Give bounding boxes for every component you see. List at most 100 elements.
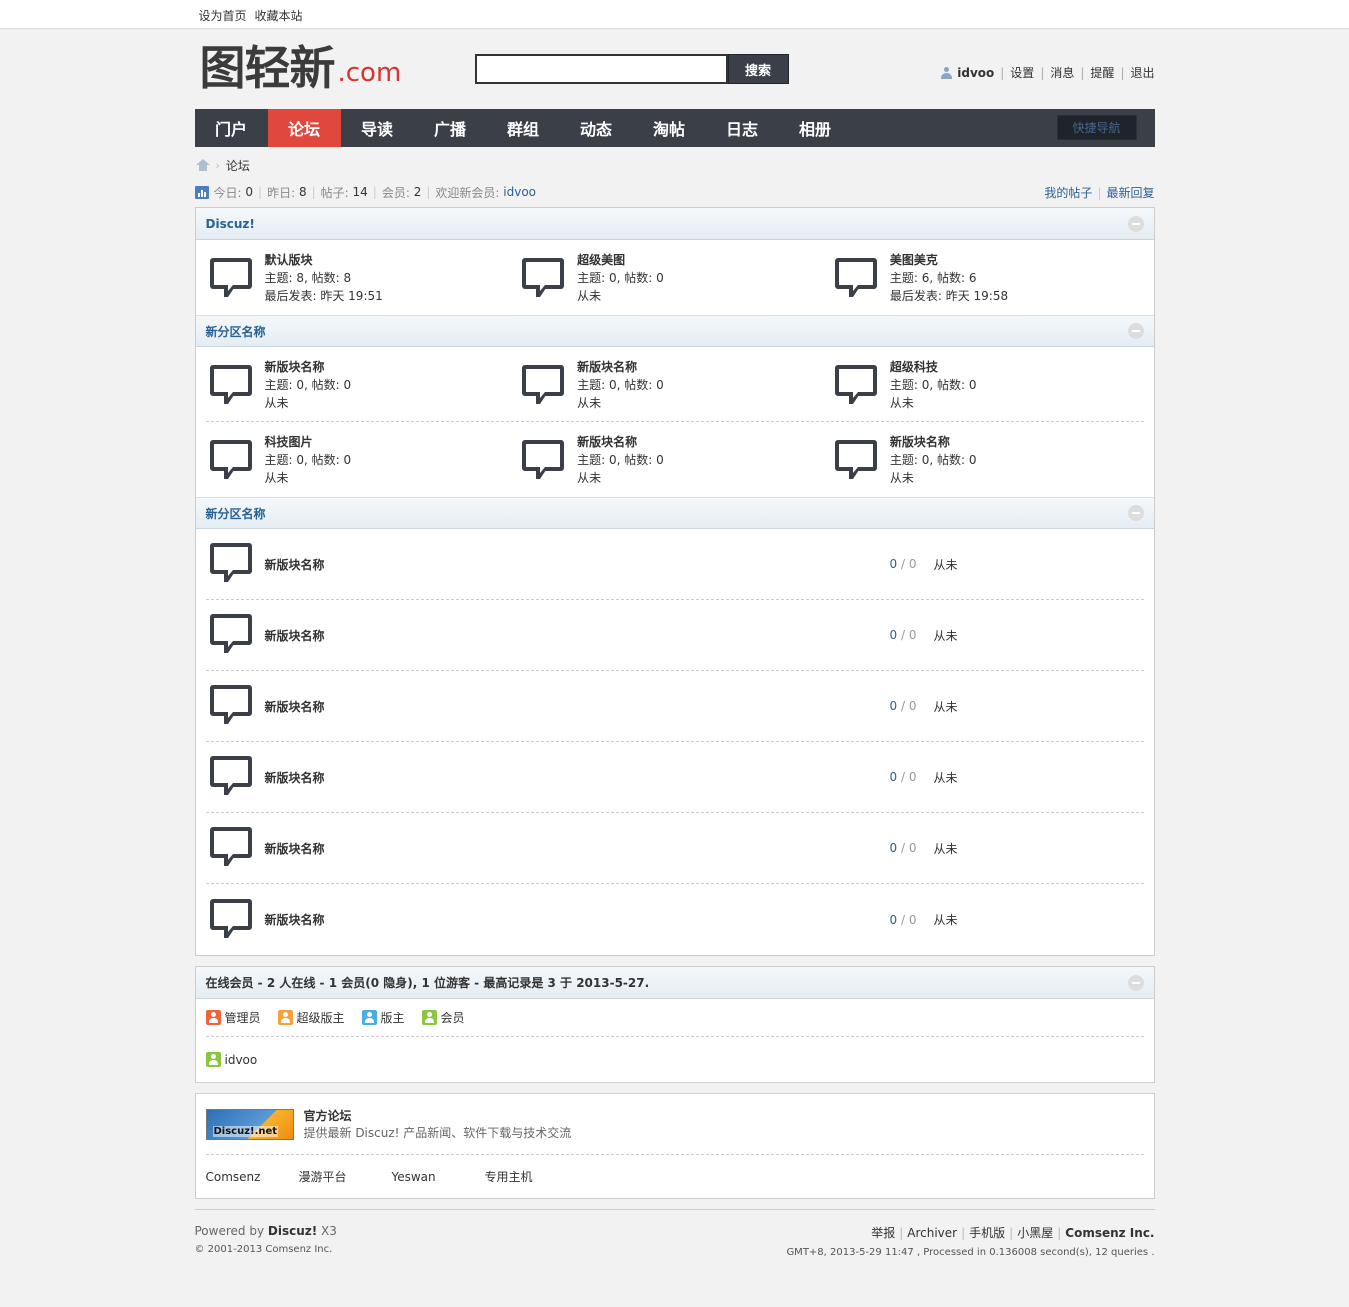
forum-cell[interactable]: 超级科技 主题: 0, 帖数: 0 从未 [831, 347, 1144, 421]
forum-name[interactable]: 新版块名称 [577, 358, 664, 376]
my-posts-link[interactable]: 我的帖子 [1044, 186, 1092, 200]
online-title[interactable]: 在线会员 - 2 人在线 - 1 会员(0 隐身), 1 位游客 - 最高记录是… [206, 974, 650, 991]
nav-item-blog[interactable]: 日志 [706, 109, 779, 147]
forum-name[interactable]: 新版块名称 [265, 911, 890, 928]
online-username[interactable]: idvoo [225, 1053, 258, 1067]
category-title[interactable]: Discuz! [206, 217, 255, 231]
forum-counts: 0 / 0 [890, 913, 934, 927]
forum-last-post[interactable]: 最后发表: 昨天 19:51 [265, 287, 383, 305]
forum-list-row[interactable]: 新版块名称 0 / 0 从未 [205, 742, 1144, 813]
forum-name[interactable]: 新版块名称 [265, 698, 890, 715]
forum-bubble-icon[interactable] [209, 543, 254, 585]
forum-bubble-icon[interactable] [209, 756, 254, 798]
forum-cell[interactable]: 新版块名称 主题: 0, 帖数: 0 从未 [206, 347, 519, 421]
category-title[interactable]: 新分区名称 [206, 323, 266, 340]
forum-cell[interactable]: 美图美克 主题: 6, 帖数: 6 最后发表: 昨天 19:58 [831, 240, 1144, 315]
mobile-link[interactable]: 手机版 [969, 1226, 1005, 1240]
nav-item-guide[interactable]: 导读 [341, 109, 414, 147]
nav-item-album[interactable]: 相册 [779, 109, 852, 147]
site-logo[interactable]: 图轻新 .com [200, 42, 402, 92]
link-hosting[interactable]: 专用主机 [485, 1168, 578, 1185]
search-input[interactable] [474, 54, 728, 84]
forum-name[interactable]: 新版块名称 [265, 840, 890, 857]
forum-bubble-icon[interactable] [834, 258, 879, 300]
forum-name[interactable]: 新版块名称 [577, 433, 664, 451]
notices-link[interactable]: 提醒 [1090, 64, 1114, 81]
official-forum-link[interactable]: 官方论坛 [304, 1107, 572, 1124]
forum-name[interactable]: 新版块名称 [265, 358, 352, 376]
logout-link[interactable]: 退出 [1130, 64, 1154, 81]
forum-cell[interactable]: 新版块名称 主题: 0, 帖数: 0 从未 [831, 422, 1144, 497]
link-manyou[interactable]: 漫游平台 [299, 1168, 392, 1185]
company-link[interactable]: Comsenz Inc. [1065, 1226, 1154, 1240]
forum-bubble-icon[interactable] [522, 258, 566, 300]
collapse-icon[interactable] [1127, 505, 1144, 521]
home-icon[interactable] [195, 159, 210, 171]
forum-bubble-icon[interactable] [522, 365, 566, 407]
quick-nav-button[interactable]: 快捷导航 [1056, 115, 1137, 140]
forum-name[interactable]: 超级美图 [577, 251, 664, 269]
search-button[interactable]: 搜索 [727, 54, 789, 84]
discuz-logo[interactable]: Discuz!.net [205, 1108, 294, 1140]
nav-item-portal[interactable]: 门户 [195, 109, 268, 147]
forum-name[interactable]: 新版块名称 [265, 769, 890, 786]
forum-list-row[interactable]: 新版块名称 0 / 0 从未 [205, 529, 1144, 600]
collapse-icon[interactable] [1127, 215, 1144, 232]
forum-list-row[interactable]: 新版块名称 0 / 0 从未 [205, 813, 1144, 884]
forum-bubble-icon[interactable] [522, 440, 566, 482]
forum-name[interactable]: 超级科技 [890, 358, 977, 376]
forum-last-post: 从未 [264, 471, 289, 485]
forum-list-row[interactable]: 新版块名称 0 / 0 从未 [205, 671, 1144, 742]
forum-cell[interactable]: 科技图片 主题: 0, 帖数: 0 从未 [206, 422, 519, 497]
forum-bubble-icon[interactable] [834, 365, 879, 407]
latest-replies-link[interactable]: 最新回复 [1106, 186, 1154, 200]
username-link[interactable]: idvoo [957, 66, 994, 80]
forum-bubble-icon[interactable] [209, 827, 254, 869]
link-comsenz[interactable]: Comsenz [206, 1170, 299, 1184]
collapse-icon[interactable] [1127, 974, 1144, 991]
forum-bubble-icon[interactable] [834, 440, 879, 482]
forum-list-row[interactable]: 新版块名称 0 / 0 从未 [205, 600, 1144, 671]
collapse-icon[interactable] [1127, 323, 1144, 339]
forum-name[interactable]: 新版块名称 [890, 433, 977, 451]
forum-bubble-icon[interactable] [209, 440, 254, 482]
forum-cell[interactable]: 默认版块 主题: 8, 帖数: 8 最后发表: 昨天 19:51 [206, 240, 519, 315]
nav-item-broadcast[interactable]: 广播 [414, 109, 487, 147]
legend-admin: 管理员 [224, 1011, 261, 1025]
forum-bubble-icon[interactable] [209, 258, 254, 300]
forum-cell[interactable]: 超级美图 主题: 0, 帖数: 0 从未 [518, 240, 831, 315]
breadcrumb: › 论坛 [195, 147, 1155, 183]
forum-bubble-icon[interactable] [209, 614, 254, 656]
set-homepage-link[interactable]: 设为首页 [199, 9, 247, 23]
forum-name[interactable]: 新版块名称 [265, 627, 890, 644]
discuz-link[interactable]: Discuz! [268, 1224, 317, 1238]
favorite-link[interactable]: 收藏本站 [255, 9, 303, 23]
online-user[interactable]: idvoo [196, 1037, 1154, 1082]
category-title[interactable]: 新分区名称 [206, 505, 266, 522]
archiver-link[interactable]: Archiver [907, 1226, 957, 1240]
forum-name[interactable]: 默认版块 [265, 251, 383, 269]
report-link[interactable]: 举报 [871, 1226, 895, 1240]
forum-cell[interactable]: 新版块名称 主题: 0, 帖数: 0 从未 [518, 422, 831, 497]
nav-item-collections[interactable]: 淘帖 [633, 109, 706, 147]
nav-item-feeds[interactable]: 动态 [560, 109, 633, 147]
newest-member-link[interactable]: idvoo [503, 185, 536, 199]
settings-link[interactable]: 设置 [1010, 64, 1034, 81]
messages-link[interactable]: 消息 [1050, 64, 1074, 81]
nav-item-forum[interactable]: 论坛 [267, 109, 341, 147]
forum-name[interactable]: 新版块名称 [265, 556, 890, 573]
forum-name[interactable]: 科技图片 [265, 433, 352, 451]
breadcrumb-current[interactable]: 论坛 [226, 157, 250, 174]
forum-bubble-icon[interactable] [209, 685, 254, 727]
forum-bubble-icon[interactable] [209, 365, 254, 407]
blackroom-link[interactable]: 小黑屋 [1017, 1226, 1053, 1240]
stats-chart-icon[interactable] [194, 185, 209, 199]
forum-list-row[interactable]: 新版块名称 0 / 0 从未 [206, 884, 1144, 955]
forum-name[interactable]: 美图美克 [890, 251, 1008, 269]
link-yeswan[interactable]: Yeswan [392, 1170, 485, 1184]
forum-counts: 主题: 0, 帖数: 0 [577, 453, 664, 467]
forum-bubble-icon[interactable] [209, 898, 254, 941]
forum-last-post[interactable]: 最后发表: 昨天 19:58 [890, 287, 1008, 305]
forum-cell[interactable]: 新版块名称 主题: 0, 帖数: 0 从未 [518, 347, 831, 421]
nav-item-groups[interactable]: 群组 [487, 109, 560, 147]
